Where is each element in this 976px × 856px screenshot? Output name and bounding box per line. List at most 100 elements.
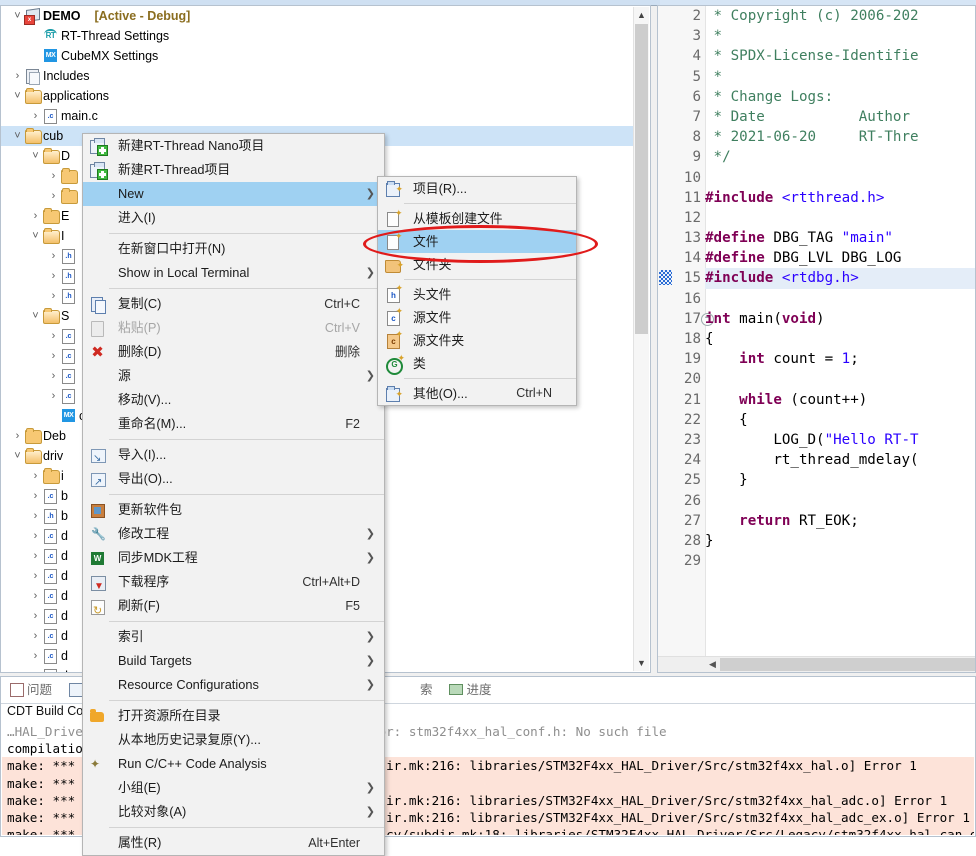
code-line[interactable]: * Change Logs: <box>705 87 975 107</box>
tree-twisty-icon[interactable]: › <box>29 106 42 126</box>
explorer-scrollbar[interactable]: ▲ ▼ <box>633 7 649 671</box>
tree-twisty-icon[interactable]: ˅ <box>11 86 24 106</box>
tree-twisty-icon[interactable]: › <box>47 246 60 266</box>
console-tab[interactable]: 进度 <box>441 677 500 703</box>
code-line[interactable]: LOG_D("Hello RT-T <box>705 430 975 450</box>
code-line[interactable]: #define DBG_TAG "main" <box>705 228 975 248</box>
code-line[interactable]: */ <box>705 147 975 167</box>
scroll-left-icon[interactable]: ◀ <box>705 657 720 672</box>
context-menu-item[interactable]: 导出(O)... <box>83 467 384 495</box>
tree-twisty-icon[interactable]: › <box>11 426 24 446</box>
tree-twisty-icon[interactable]: › <box>47 366 60 386</box>
code-line[interactable]: #define DBG_LVL DBG_LOG <box>705 248 975 268</box>
tree-twisty-icon[interactable]: › <box>47 166 60 186</box>
code-line[interactable]: * Date Author <box>705 107 975 127</box>
submenu-item[interactable]: 文件夹 <box>378 253 576 277</box>
code-line[interactable]: { <box>705 410 975 430</box>
code-line[interactable] <box>705 208 975 228</box>
tree-twisty-icon[interactable]: › <box>29 466 42 486</box>
context-menu[interactable]: 新建RT-Thread Nano项目 新建RT-Thread项目 New ❯ 进入(I)… <box>82 133 385 856</box>
code-line[interactable]: * 2021-06-20 RT-Thre <box>705 127 975 147</box>
code-line[interactable]: return RT_EOK; <box>705 511 975 531</box>
tree-item[interactable]: › Includes <box>1 66 635 86</box>
context-menu-item[interactable]: 小组(E) ❯ <box>83 776 384 800</box>
tree-twisty-icon[interactable]: › <box>47 266 60 286</box>
context-menu-item[interactable]: W 同步MDK工程 ❯ <box>83 546 384 570</box>
code-line[interactable]: } <box>705 470 975 490</box>
submenu-item[interactable]: c 源文件 <box>378 305 576 329</box>
context-menu-item[interactable]: 移动(V)... <box>83 388 384 412</box>
tree-twisty-icon[interactable]: › <box>29 486 42 506</box>
console-tab[interactable]: 索 <box>394 677 441 703</box>
context-menu-item[interactable]: 新建RT-Thread Nano项目 <box>83 134 384 158</box>
tree-item[interactable]: ˅ applications <box>1 86 635 106</box>
tree-twisty-icon[interactable]: › <box>29 566 42 586</box>
context-menu-items[interactable]: 新建RT-Thread Nano项目 新建RT-Thread项目 New ❯ 进入(I)… <box>83 134 384 855</box>
context-menu-item[interactable]: 粘贴(P) Ctrl+V <box>83 316 384 340</box>
tree-twisty-icon[interactable]: › <box>29 206 42 226</box>
tree-twisty-icon[interactable]: › <box>29 526 42 546</box>
submenu-item[interactable]: 项目(R)... <box>378 177 576 201</box>
context-menu-item[interactable]: 导入(I)... <box>83 443 384 471</box>
tree-item[interactable]: MX CubeMX Settings <box>1 46 635 66</box>
context-menu-item[interactable]: 打开资源所在目录 <box>83 704 384 728</box>
context-menu-item[interactable]: 更新软件包 <box>83 498 384 522</box>
tree-twisty-icon[interactable]: ˅ <box>11 126 24 146</box>
submenu-item[interactable]: 从模板创建文件 <box>378 207 576 230</box>
context-menu-item[interactable]: ✦ Run C/C++ Code Analysis <box>83 752 384 776</box>
scroll-down-icon[interactable]: ▼ <box>634 655 649 671</box>
code-line[interactable] <box>705 369 975 389</box>
tree-twisty-icon[interactable]: ˅ <box>11 6 24 26</box>
code-line[interactable] <box>705 289 975 309</box>
context-menu-item[interactable]: 索引 ❯ <box>83 625 384 649</box>
tree-twisty-icon[interactable]: › <box>11 66 24 86</box>
context-menu-item[interactable]: 刷新(F) F5 <box>83 594 384 623</box>
code-line[interactable] <box>705 551 975 571</box>
submenu-item[interactable]: 其他(O)... Ctrl+N <box>378 382 576 406</box>
tree-item[interactable]: ˅ x DEMO [Active - Debug] <box>1 6 635 26</box>
tree-twisty-icon[interactable]: › <box>29 506 42 526</box>
submenu-items[interactable]: 项目(R)... 从模板创建文件文件文件夹 h 头文件 c 源文件 c 源文件夹 G类其他(O)… <box>378 177 576 406</box>
code-line[interactable]: } <box>705 531 975 551</box>
tree-twisty-icon[interactable]: ˅ <box>11 446 24 466</box>
context-menu-item[interactable]: 进入(I) <box>83 206 384 230</box>
tree-twisty-icon[interactable]: ˅ <box>29 146 42 166</box>
context-menu-item[interactable]: 复制(C) Ctrl+C <box>83 292 384 316</box>
tree-twisty-icon[interactable]: › <box>29 606 42 626</box>
context-menu-item[interactable]: Resource Configurations ❯ <box>83 673 384 697</box>
tree-twisty-icon[interactable]: › <box>47 346 60 366</box>
code-line[interactable]: * SPDX-License-Identifie <box>705 46 975 66</box>
context-menu-item[interactable]: 属性(R) Alt+Enter <box>83 831 384 855</box>
tree-twisty-icon[interactable]: › <box>29 646 42 666</box>
console-tab[interactable]: 问题 <box>1 677 60 703</box>
code-line[interactable]: * Copyright (c) 2006-202 <box>705 6 975 26</box>
context-menu-item[interactable]: 比较对象(A) ❯ <box>83 800 384 824</box>
code-line[interactable]: rt_thread_mdelay( <box>705 450 975 470</box>
context-menu-item[interactable]: Show in Local Terminal ❯ <box>83 261 384 285</box>
context-menu-item[interactable]: 从本地历史记录复原(Y)... <box>83 728 384 752</box>
code-line[interactable]: #include <rtthread.h> <box>705 188 975 208</box>
tree-item[interactable]: › .c main.c <box>1 106 635 126</box>
tree-twisty-icon[interactable]: › <box>29 586 42 606</box>
context-menu-item[interactable]: ✖ 删除(D) 删除 <box>83 340 384 364</box>
tree-twisty-icon[interactable]: › <box>47 186 60 206</box>
tree-twisty-icon[interactable]: › <box>29 666 42 672</box>
code-line[interactable]: * <box>705 67 975 87</box>
scroll-up-icon[interactable]: ▲ <box>634 7 649 23</box>
editor-horizontal-scrollbar[interactable]: ◀ <box>658 656 975 672</box>
code-line[interactable]: * <box>705 26 975 46</box>
code-line[interactable]: { <box>705 329 975 349</box>
tree-twisty-icon[interactable]: › <box>29 626 42 646</box>
code-text-area[interactable]: * Copyright (c) 2006-202 * * SPDX-Licens… <box>705 6 975 657</box>
submenu-item[interactable]: 文件 <box>378 230 576 253</box>
new-submenu[interactable]: 项目(R)... 从模板创建文件文件文件夹 h 头文件 c 源文件 c 源文件夹 G类其他(O)… <box>377 176 577 406</box>
tree-twisty-icon[interactable]: › <box>47 286 60 306</box>
tree-twisty-icon[interactable]: › <box>29 546 42 566</box>
context-menu-item[interactable]: 重命名(M)... F2 <box>83 412 384 436</box>
context-menu-item[interactable]: 新建RT-Thread项目 <box>83 158 384 182</box>
context-menu-item[interactable]: 在新窗口中打开(N) <box>83 237 384 261</box>
scrollbar-thumb[interactable] <box>635 24 648 334</box>
code-line[interactable] <box>705 168 975 188</box>
tree-twisty-icon[interactable]: ˅ <box>29 226 42 246</box>
submenu-item[interactable]: G类 <box>378 352 576 375</box>
